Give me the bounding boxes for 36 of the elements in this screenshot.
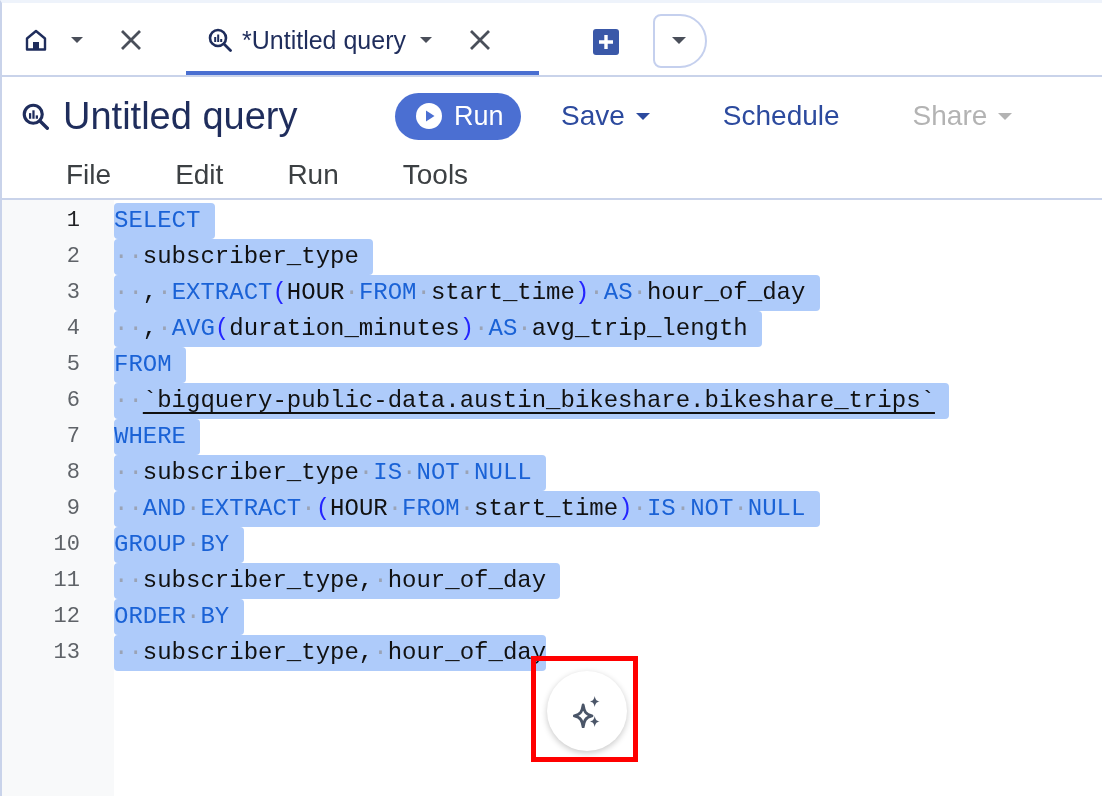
- line-number: 4: [66, 315, 80, 343]
- caret-icon: [635, 112, 650, 120]
- line-number: 8: [66, 459, 80, 487]
- line-number: 9: [66, 495, 80, 523]
- line-number: 2: [66, 243, 80, 271]
- new-tab-button[interactable]: [593, 28, 619, 55]
- menu-item[interactable]: Run: [275, 157, 351, 193]
- query-search-icon: [208, 28, 232, 52]
- query-title: Untitled query: [63, 94, 299, 138]
- schedule-button[interactable]: Schedule: [702, 94, 860, 138]
- line-number: 13: [53, 639, 80, 667]
- home-icon: [25, 29, 47, 51]
- tab[interactable]: *Untitled query: [186, 3, 539, 75]
- line-number: 6: [66, 387, 80, 415]
- run-button[interactable]: Run: [395, 92, 521, 140]
- menu-button[interactable]: Save: [541, 94, 670, 138]
- line-number: 5: [66, 351, 80, 379]
- sparkle-button[interactable]: [547, 671, 627, 751]
- query-search-icon: [22, 102, 49, 130]
- line-number: 3: [66, 279, 80, 307]
- caret-icon[interactable]: [420, 37, 432, 43]
- line-number: 11: [53, 567, 80, 595]
- menu-item[interactable]: Edit: [163, 157, 236, 193]
- close-button[interactable]: [469, 29, 491, 51]
- caret-icon[interactable]: [71, 37, 83, 43]
- line-number: 10: [53, 531, 80, 559]
- line-number: 1: [66, 207, 80, 235]
- line-number: 12: [53, 603, 80, 631]
- menu-item[interactable]: File: [54, 157, 124, 193]
- caret-icon: [998, 112, 1013, 120]
- line-number: 7: [66, 423, 80, 451]
- menu-item[interactable]: Tools: [390, 157, 481, 193]
- close-button[interactable]: [120, 29, 142, 51]
- sparkle-icon: [573, 694, 601, 728]
- caret-icon: [672, 37, 686, 44]
- play-icon: [416, 103, 442, 129]
